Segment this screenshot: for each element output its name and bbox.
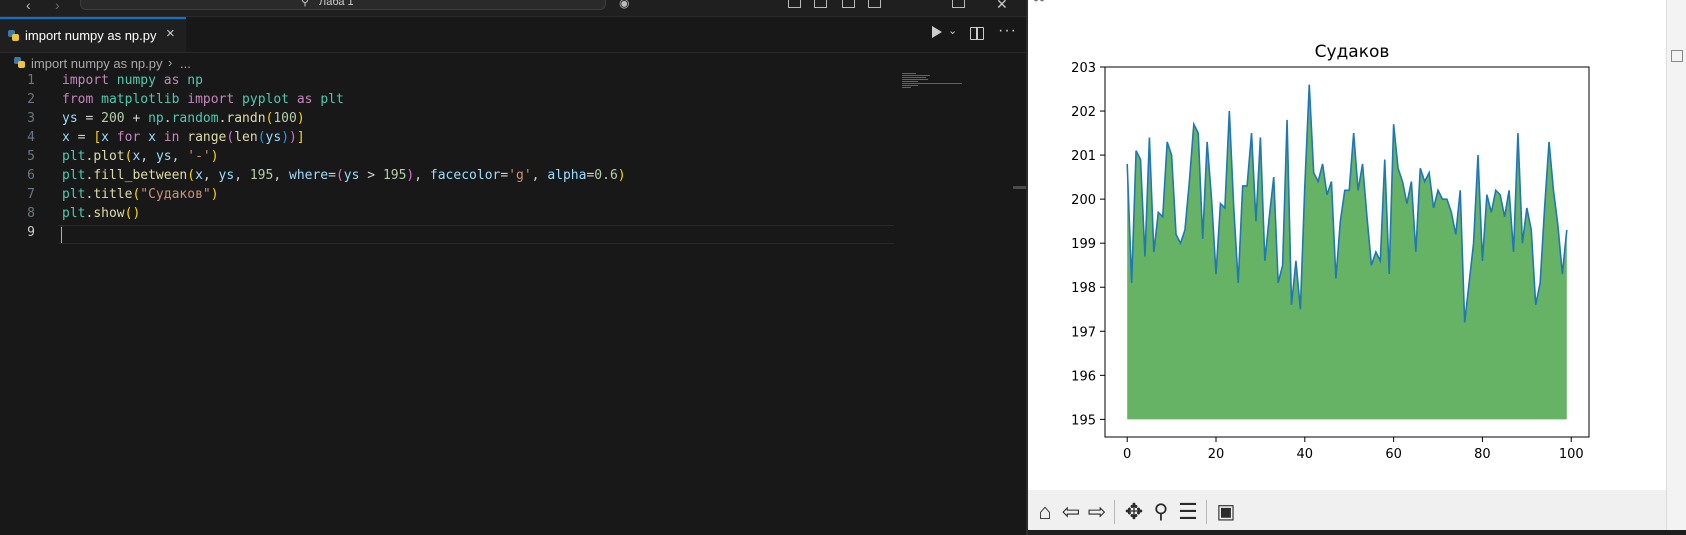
code-text: import numpy as np	[62, 73, 203, 88]
line-number: 4	[27, 130, 35, 145]
line-number: 9	[27, 225, 35, 240]
code-line: 7 plt.title("Судаков")	[0, 187, 900, 206]
figure-toolbar: ⌂ ⇦ ⇨ ✥ ⚲ ☰ ▣	[1028, 490, 1666, 535]
window-close-icon[interactable]: ✕	[996, 0, 1008, 13]
y-tick-label: 200	[1071, 193, 1096, 208]
code-text: plt.plot(x, ys, '-')	[62, 149, 219, 164]
run-menu-chevron-icon[interactable]: ⌄	[948, 24, 957, 37]
editor-tab-bar: import numpy as np.py × ⌄ ···	[0, 17, 1026, 53]
text-cursor	[61, 227, 62, 243]
y-tick-label: 203	[1071, 61, 1096, 76]
forward-arrow-icon[interactable]: ›	[55, 0, 60, 13]
minimap[interactable]	[902, 73, 978, 93]
toggle-panel-icon[interactable]	[814, 0, 827, 8]
save-icon[interactable]: ▣	[1213, 498, 1239, 526]
copilot-icon[interactable]: ◉	[619, 0, 629, 10]
home-icon[interactable]: ⌂	[1032, 498, 1058, 526]
code-line: 4 x = [x for x in range(len(ys))]	[0, 130, 900, 149]
scrollbar-thumb[interactable]	[1013, 186, 1026, 189]
line-number: 2	[27, 92, 35, 107]
code-line: 5 plt.plot(x, ys, '-')	[0, 149, 900, 168]
y-tick-label: 199	[1071, 237, 1096, 252]
code-text: plt.show()	[62, 206, 141, 221]
toggle-primary-sidebar-icon[interactable]	[788, 0, 801, 8]
breadcrumb-file[interactable]: import numpy as np.py	[31, 56, 163, 71]
code-line: 6 plt.fill_between(x, ys, 195, where=(ys…	[0, 168, 900, 187]
back-icon[interactable]: ⇦	[1058, 498, 1084, 526]
y-tick-label: 197	[1071, 325, 1096, 340]
x-tick-label: 100	[1559, 447, 1584, 462]
configure-icon[interactable]: ☰	[1175, 498, 1201, 526]
panel-icon[interactable]	[1671, 50, 1683, 62]
title-bar: ‹ › ⚲ Лаба 1 ◉ ✕	[0, 0, 1026, 17]
zoom-icon[interactable]: ⚲	[1148, 498, 1174, 526]
figure-window: ●● 0204060801001951961971981992002012022…	[1028, 0, 1666, 535]
x-tick-label: 20	[1208, 447, 1225, 462]
code-line: 2 from matplotlib import pyplot as plt	[0, 92, 900, 111]
chart-title: Судаков	[1315, 42, 1390, 62]
restore-window-icon[interactable]	[952, 0, 965, 8]
python-file-icon	[14, 57, 25, 68]
code-line: 8 plt.show()	[0, 206, 900, 225]
forward-icon[interactable]: ⇨	[1084, 498, 1110, 526]
command-center-search[interactable]: ⚲ Лаба 1	[80, 0, 606, 10]
code-text: plt.title("Судаков")	[62, 187, 219, 202]
breadcrumb: import numpy as np.py › ...	[0, 53, 1026, 75]
chart-svg: 0 20 40 60 80 100195196197198199200201202203 …	[1071, 42, 1590, 462]
line-number: 6	[27, 168, 35, 183]
search-label: Лаба 1	[319, 0, 354, 8]
line-number: 8	[27, 206, 35, 221]
x-tick-label: 0	[1123, 447, 1131, 462]
status-strip	[1028, 530, 1686, 535]
code-text: from matplotlib import pyplot as plt	[62, 92, 344, 107]
line-number: 5	[27, 149, 35, 164]
y-tick-label: 202	[1071, 105, 1096, 120]
breadcrumb-separator: ›	[168, 55, 173, 70]
customize-layout-icon[interactable]	[868, 0, 881, 8]
tab-import-numpy-as-np[interactable]: import numpy as np.py ×	[0, 17, 186, 52]
line-number: 3	[27, 111, 35, 126]
toggle-secondary-sidebar-icon[interactable]	[842, 0, 855, 8]
x-tick-label: 60	[1385, 447, 1402, 462]
python-file-icon	[8, 30, 19, 41]
toolbar-separator	[1114, 500, 1115, 524]
breadcrumb-symbols[interactable]: ...	[180, 56, 191, 71]
code-text: ys = 200 + np.random.randn(100)	[62, 111, 305, 126]
code-line: 1 import numpy as np	[0, 73, 900, 92]
code-line-active: 9	[0, 225, 900, 244]
code-text: plt.fill_between(x, ys, 195, where=(ys >…	[62, 168, 626, 183]
current-line-highlight	[58, 225, 894, 244]
toolbar-separator	[1206, 500, 1207, 524]
back-arrow-icon[interactable]: ‹	[26, 0, 31, 13]
y-tick-label: 196	[1071, 369, 1096, 384]
tab-label: import numpy as np.py	[25, 28, 157, 43]
x-tick-label: 80	[1474, 447, 1491, 462]
more-actions-icon[interactable]: ···	[998, 22, 1017, 40]
run-icon[interactable]	[932, 26, 942, 38]
y-tick-label: 195	[1071, 413, 1096, 428]
search-icon: ⚲	[301, 0, 310, 8]
line-number: 1	[27, 73, 35, 88]
close-tab-icon[interactable]: ×	[166, 25, 175, 42]
code-line: 3 ys = 200 + np.random.randn(100)	[0, 111, 900, 130]
line-number: 7	[27, 187, 35, 202]
x-tick-label: 40	[1297, 447, 1314, 462]
pan-icon[interactable]: ✥	[1121, 498, 1147, 526]
side-panel	[1666, 0, 1686, 535]
y-tick-label: 198	[1071, 281, 1096, 296]
y-tick-label: 201	[1071, 149, 1096, 164]
code-text: x = [x for x in range(len(ys))]	[62, 130, 305, 145]
split-editor-icon[interactable]	[970, 27, 984, 40]
